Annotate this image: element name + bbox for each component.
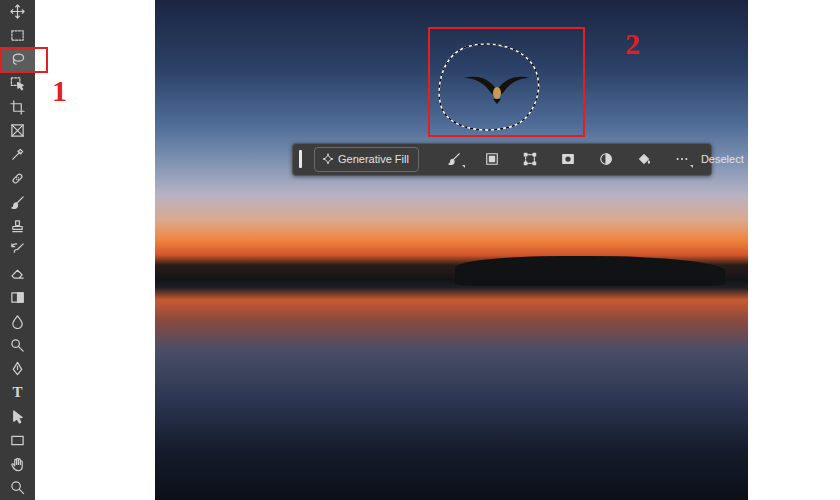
step-number: 1 [52,76,155,106]
step-number: 2 [625,29,640,59]
history-brush-icon [10,242,25,257]
brush-button[interactable] [443,149,465,169]
crop-icon [10,100,25,115]
tools-panel: T [0,0,35,500]
eraser-icon [10,266,25,281]
stamp-icon [10,219,25,234]
rectangle-icon [10,433,25,448]
hand-tool[interactable] [0,452,35,476]
lasso-tool[interactable] [0,48,35,72]
layer-mask-button[interactable] [557,149,579,169]
margin [748,0,840,500]
object-select-tool[interactable] [0,71,35,95]
photo-canvas[interactable]: 2Generative FillDeselect [155,0,748,500]
object-select-icon [10,76,25,91]
grip-handle[interactable] [299,150,302,168]
blur-tool[interactable] [0,309,35,333]
pen-icon [10,361,25,376]
blur-icon [10,314,25,329]
fill-button[interactable] [633,149,655,169]
eraser-tool[interactable] [0,262,35,286]
layer-mask-icon [561,152,575,166]
margin: 1 [35,0,155,500]
selection-highlight-box [428,27,585,137]
generative-fill-label: Generative Fill [338,151,409,168]
more-button[interactable] [671,149,693,169]
eyedropper-icon [10,147,25,162]
contextual-task-bar: Generative FillDeselect [292,143,712,176]
fill-icon [637,152,651,166]
move-tool[interactable] [0,0,35,24]
invert-icon [599,152,613,166]
generative-fill-button[interactable]: Generative Fill [314,147,419,172]
healing-tool[interactable] [0,167,35,191]
treeline [455,256,725,286]
type-icon: T [12,385,22,400]
marquee-tool[interactable] [0,24,35,48]
lasso-selection[interactable] [436,41,542,133]
path-select-tool[interactable] [0,405,35,429]
rectangle-tool[interactable] [0,428,35,452]
brush-icon [10,195,25,210]
gradient-icon [10,290,25,305]
move-icon [10,4,25,19]
mask-icon [485,152,499,166]
history-brush-tool[interactable] [0,238,35,262]
stamp-tool[interactable] [0,214,35,238]
healing-icon [10,171,25,186]
dodge-tool[interactable] [0,333,35,357]
hand-icon [10,457,25,472]
gradient-tool[interactable] [0,286,35,310]
sparkle-icon [322,153,334,165]
lasso-icon [10,52,25,67]
frame-tool[interactable] [0,119,35,143]
zoom-tool[interactable] [0,476,35,500]
mask-button[interactable] [481,149,503,169]
type-tool-icon: T [12,385,22,400]
dropdown-arrow-icon [690,165,693,168]
invert-button[interactable] [595,149,617,169]
marquee-icon [10,28,25,43]
eyedropper-tool[interactable] [0,143,35,167]
frame-icon [10,123,25,138]
deselect-button[interactable]: Deselect [701,151,744,168]
pen-tool[interactable] [0,357,35,381]
transform-button[interactable] [519,149,541,169]
zoom-icon [10,480,25,495]
type-tool[interactable]: T [0,381,35,405]
transform-icon [523,152,537,166]
path-select-icon [10,409,25,424]
brush-icon [447,152,461,166]
more-icon [675,152,689,166]
dropdown-arrow-icon [462,165,465,168]
brush-tool[interactable] [0,190,35,214]
dodge-icon [10,338,25,353]
crop-tool[interactable] [0,95,35,119]
bird-icon [460,66,534,106]
